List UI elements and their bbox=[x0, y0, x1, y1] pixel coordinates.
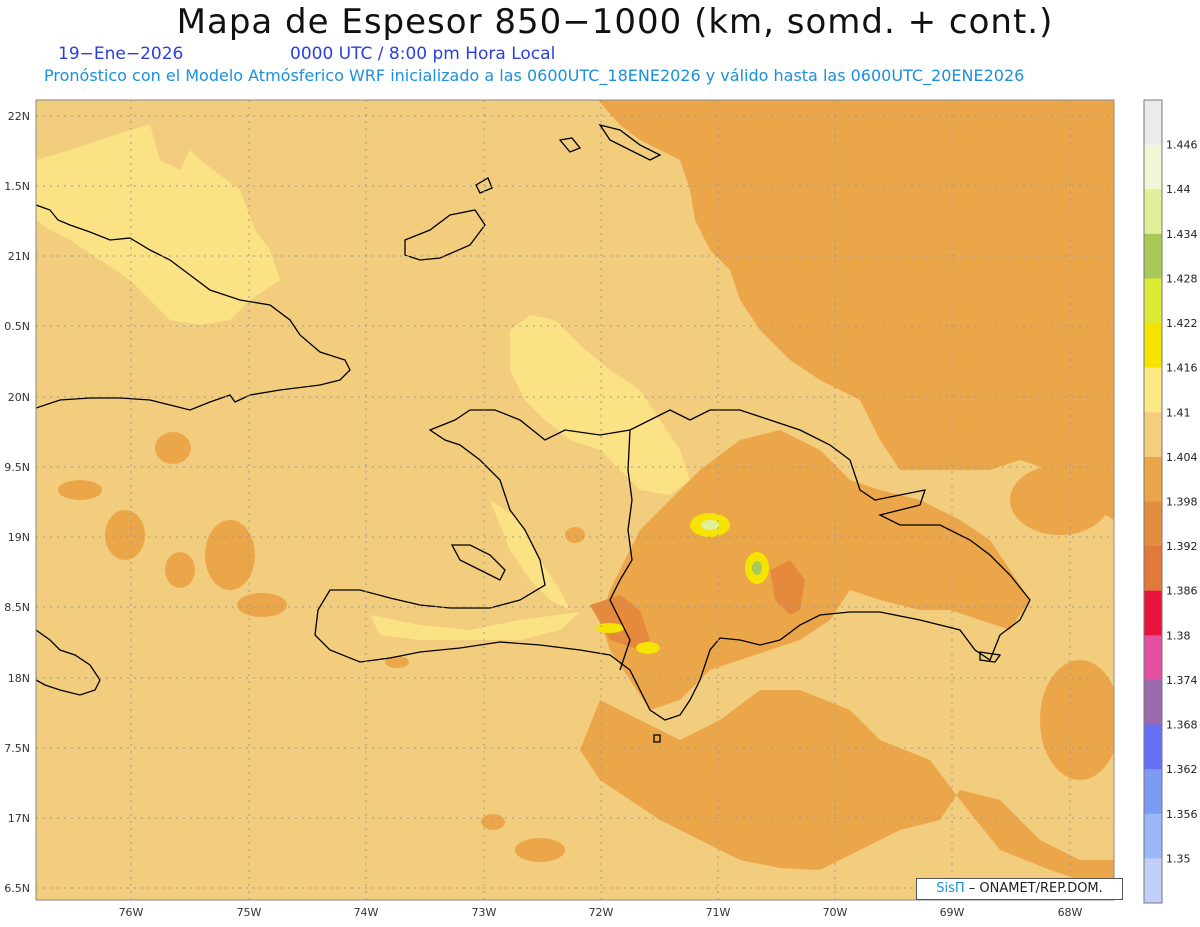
warm-blob bbox=[1010, 465, 1110, 535]
lon-label: 69W bbox=[940, 906, 965, 919]
lat-label: 8.5N bbox=[4, 601, 30, 614]
colorbar-swatch bbox=[1144, 412, 1162, 458]
colorbar-swatch bbox=[1144, 100, 1162, 146]
lon-label: 72W bbox=[589, 906, 614, 919]
peak-3 bbox=[596, 623, 624, 633]
lat-label: 21N bbox=[8, 250, 30, 263]
colorbar-label: 1.44 bbox=[1166, 183, 1191, 196]
colorbar-swatch bbox=[1144, 590, 1162, 636]
lon-label: 73W bbox=[472, 906, 497, 919]
warm-blob bbox=[481, 814, 505, 830]
colorbar-swatch bbox=[1144, 635, 1162, 681]
colorbar-swatch bbox=[1144, 546, 1162, 592]
sispi-logo: SisΠ bbox=[936, 881, 965, 896]
colorbar-label: 1.362 bbox=[1166, 763, 1198, 776]
colorbar-swatch bbox=[1144, 501, 1162, 547]
lat-label: 7.5N bbox=[4, 742, 30, 755]
warm-blob bbox=[165, 552, 195, 588]
colorbar: 1.446 1.44 1.434 1.428 1.422 1.416 1.41 1.404 1.… bbox=[1143, 99, 1198, 904]
colorbar-label: 1.386 bbox=[1166, 585, 1198, 598]
lat-label: 20N bbox=[8, 391, 30, 404]
thickness-map: 22N 1.5N 21N 0.5N 20N 9.5N 19N 8.5N 18N … bbox=[4, 99, 1198, 919]
colorbar-label: 1.38 bbox=[1166, 629, 1191, 642]
colorbar-swatch bbox=[1144, 367, 1162, 413]
lat-label: 0.5N bbox=[4, 320, 30, 333]
colorbar-label: 1.422 bbox=[1166, 317, 1198, 330]
colorbar-swatch bbox=[1144, 278, 1162, 324]
lon-label: 75W bbox=[237, 906, 262, 919]
colorbar-swatch bbox=[1144, 144, 1162, 190]
lon-label: 76W bbox=[119, 906, 144, 919]
warm-blob bbox=[515, 838, 565, 862]
colorbar-swatch bbox=[1144, 456, 1162, 502]
lon-label: 70W bbox=[823, 906, 848, 919]
peak-2-core bbox=[752, 561, 762, 575]
lat-label: 19N bbox=[8, 531, 30, 544]
colorbar-label: 1.368 bbox=[1166, 719, 1198, 732]
lat-label: 9.5N bbox=[4, 461, 30, 474]
warm-blob bbox=[155, 432, 191, 464]
peak-4 bbox=[636, 642, 660, 654]
peak-1-core bbox=[701, 520, 719, 530]
lon-label: 71W bbox=[706, 906, 731, 919]
colorbar-label: 1.35 bbox=[1166, 852, 1191, 865]
colorbar-label: 1.434 bbox=[1166, 228, 1198, 241]
colorbar-swatch bbox=[1144, 233, 1162, 279]
colorbar-label: 1.416 bbox=[1166, 362, 1198, 375]
warm-blob bbox=[205, 520, 255, 590]
warm-blob bbox=[565, 527, 585, 543]
colorbar-swatch bbox=[1144, 323, 1162, 369]
lat-label: 22N bbox=[8, 110, 30, 123]
warm-blob bbox=[58, 480, 102, 500]
colorbar-swatch bbox=[1144, 813, 1162, 859]
colorbar-label: 1.446 bbox=[1166, 139, 1198, 152]
lat-label: 18N bbox=[8, 672, 30, 685]
lat-label: 17N bbox=[8, 812, 30, 825]
colorbar-label: 1.398 bbox=[1166, 496, 1198, 509]
credit-text: – ONAMET/REP.DOM. bbox=[968, 881, 1103, 896]
warm-blob bbox=[237, 593, 287, 617]
lon-label: 68W bbox=[1058, 906, 1083, 919]
credit-box: SisΠ – ONAMET/REP.DOM. bbox=[916, 878, 1123, 900]
lon-label: 74W bbox=[354, 906, 379, 919]
colorbar-label: 1.392 bbox=[1166, 540, 1198, 553]
colorbar-label: 1.428 bbox=[1166, 272, 1198, 285]
colorbar-label: 1.41 bbox=[1166, 406, 1191, 419]
colorbar-swatch bbox=[1144, 679, 1162, 726]
lat-label: 1.5N bbox=[4, 180, 30, 193]
colorbar-swatch bbox=[1144, 769, 1162, 815]
colorbar-swatch bbox=[1144, 189, 1162, 235]
colorbar-swatch bbox=[1144, 724, 1162, 770]
colorbar-label: 1.374 bbox=[1166, 674, 1198, 687]
lat-label: 6.5N bbox=[4, 882, 30, 895]
colorbar-label: 1.356 bbox=[1166, 808, 1198, 821]
warm-blob bbox=[105, 510, 145, 560]
colorbar-label: 1.404 bbox=[1166, 451, 1198, 464]
colorbar-swatch bbox=[1144, 858, 1162, 904]
